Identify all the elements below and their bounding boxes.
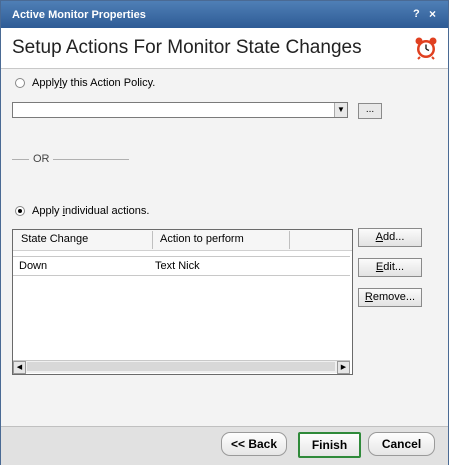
finish-button[interactable]: Finish [298, 432, 361, 458]
horizontal-scrollbar[interactable]: ◀ ▶ [13, 360, 350, 374]
alarm-clock-icon [415, 37, 437, 60]
help-button[interactable]: ? [413, 8, 420, 20]
remove-button[interactable]: Remove... [358, 288, 422, 307]
or-separator-label: OR [33, 153, 50, 165]
separator-line-left [12, 159, 29, 160]
list-header: State Change Action to perform [13, 230, 352, 251]
browse-policy-button[interactable]: ... [358, 103, 382, 119]
apply-individual-label: Apply individual actions. [32, 205, 150, 217]
dialog-header: Setup Actions For Monitor State Changes [1, 28, 448, 69]
page-title: Setup Actions For Monitor State Changes [12, 37, 362, 58]
column-divider[interactable] [152, 231, 153, 249]
close-button[interactable]: × [429, 7, 436, 21]
actions-list[interactable]: State Change Action to perform Down Text… [12, 229, 353, 375]
apply-policy-label: Applyly this Action Policy. [32, 77, 156, 89]
scroll-left-icon[interactable]: ◀ [13, 361, 26, 374]
row-state-change: Down [19, 260, 48, 272]
column-header-action[interactable]: Action to perform [160, 233, 244, 245]
dialog-window: Active Monitor Properties ? × Setup Acti… [0, 0, 449, 465]
column-header-state-change[interactable]: State Change [21, 233, 88, 245]
chevron-down-icon[interactable]: ▼ [334, 103, 347, 117]
window-title: Active Monitor Properties [12, 9, 146, 21]
action-policy-dropdown[interactable]: ▼ [12, 102, 348, 118]
column-divider[interactable] [289, 231, 290, 249]
separator-line-right [53, 159, 129, 160]
apply-individual-radio[interactable] [15, 206, 25, 216]
edit-button[interactable]: Edit... [358, 258, 422, 277]
title-bar[interactable]: Active Monitor Properties ? × [1, 1, 448, 28]
add-button[interactable]: Add... [358, 228, 422, 247]
scroll-right-icon[interactable]: ▶ [337, 361, 350, 374]
apply-individual-option[interactable]: Apply individual actions. [15, 205, 149, 217]
apply-policy-option[interactable]: Applyly this Action Policy. [15, 77, 155, 89]
row-action: Text Nick [155, 260, 200, 272]
back-button[interactable]: << Back [221, 432, 287, 456]
table-row[interactable]: Down Text Nick [13, 256, 350, 276]
cancel-button[interactable]: Cancel [368, 432, 435, 456]
apply-policy-radio[interactable] [15, 78, 25, 88]
scrollbar-thumb[interactable] [27, 362, 335, 371]
